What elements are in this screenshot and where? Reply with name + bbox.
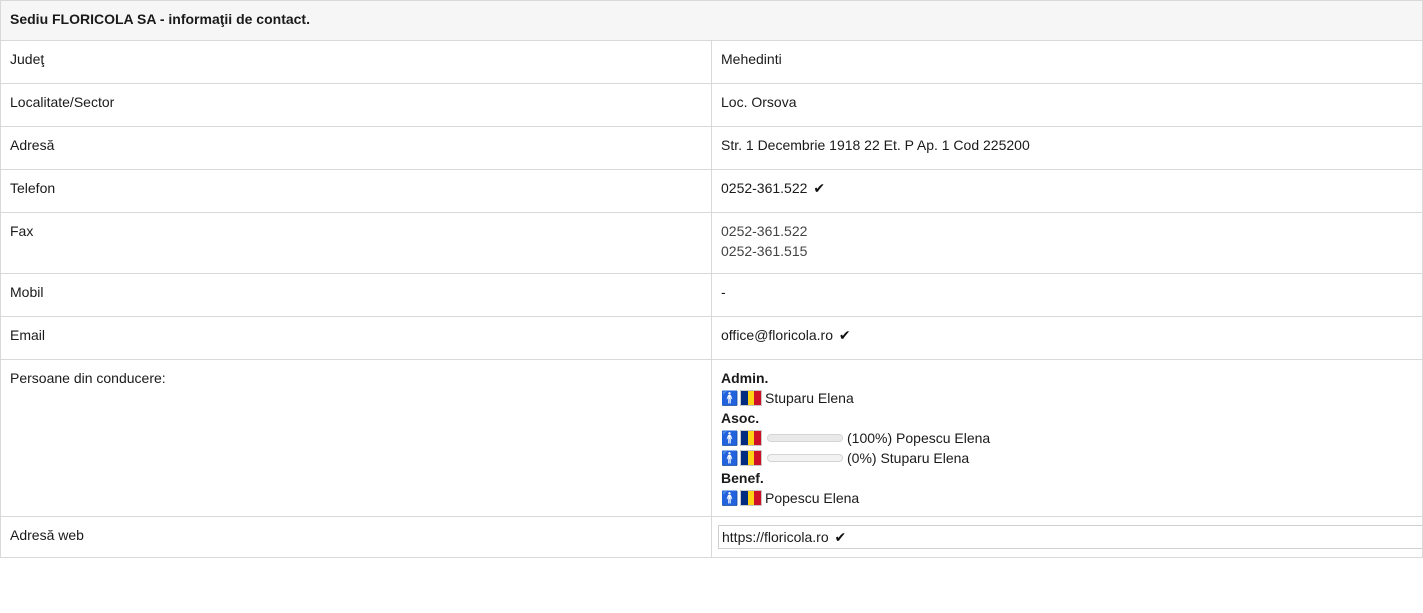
share-percent: (0%)	[847, 450, 877, 466]
table-row-adresa: Adresă Str. 1 Decembrie 1918 22 Et. P Ap…	[0, 126, 1423, 170]
table-row-judet: Judeţ Mehedinti	[0, 40, 1423, 84]
email-link[interactable]: office@floricola.ro	[721, 327, 833, 343]
row-value: -	[711, 273, 1423, 317]
person-link[interactable]: Stuparu Elena	[765, 388, 854, 408]
row-label: Email	[0, 316, 712, 360]
fax-number: 0252-361.515	[721, 243, 808, 259]
group-title-benef: Benef.	[721, 470, 764, 486]
person-link[interactable]: Stuparu Elena	[880, 448, 969, 468]
row-value: Mehedinti	[711, 40, 1423, 84]
table-row-web: Adresă web https://floricola.ro ✔	[0, 516, 1423, 558]
person-entry: 🚹 Popescu Elena	[721, 488, 1413, 508]
row-label: Persoane din conducere:	[0, 359, 712, 517]
row-label: Telefon	[0, 169, 712, 213]
share-progress-bar	[767, 454, 843, 462]
website-link[interactable]: https://floricola.ro	[722, 529, 829, 545]
romania-flag-icon	[740, 390, 762, 406]
row-label: Adresă web	[0, 516, 712, 558]
phone-link[interactable]: 0252-361.522	[721, 180, 807, 196]
table-header-row: Sediu FLORICOLA SA - informaţii de conta…	[0, 0, 1423, 41]
table-row-email: Email office@floricola.ro ✔	[0, 316, 1423, 360]
person-entry: 🚹 (0%) Stuparu Elena	[721, 448, 1413, 468]
row-value-cell: office@floricola.ro ✔	[711, 316, 1423, 360]
share-percent: (100%)	[847, 430, 893, 446]
person-link[interactable]: Popescu Elena	[765, 488, 859, 508]
check-icon: ✔	[838, 327, 851, 343]
person-link[interactable]: Popescu Elena	[896, 428, 990, 448]
check-icon: ✔	[834, 529, 847, 545]
row-label: Mobil	[0, 273, 712, 317]
company-contact-table: Sediu FLORICOLA SA - informaţii de conta…	[0, 0, 1423, 558]
group-title-asoc: Asoc.	[721, 410, 760, 426]
table-row-persoane: Persoane din conducere: Admin. 🚹 Stuparu…	[0, 359, 1423, 517]
romania-flag-icon	[740, 490, 762, 506]
fax-number: 0252-361.522	[721, 223, 808, 239]
persons-cell: Admin. 🚹 Stuparu Elena Asoc. 🚹 (100%) Po…	[711, 359, 1423, 517]
romania-flag-icon	[740, 450, 762, 466]
person-icon: 🚹	[721, 390, 739, 406]
row-label: Judeţ	[0, 40, 712, 84]
table-row-localitate: Localitate/Sector Loc. Orsova	[0, 83, 1423, 127]
row-label: Localitate/Sector	[0, 83, 712, 127]
table-row-telefon: Telefon 0252-361.522 ✔	[0, 169, 1423, 213]
person-entry: 🚹 Stuparu Elena	[721, 388, 1413, 408]
table-title: Sediu FLORICOLA SA - informaţii de conta…	[0, 0, 1423, 41]
row-value: Str. 1 Decembrie 1918 22 Et. P Ap. 1 Cod…	[711, 126, 1423, 170]
row-value-cell: 0252-361.522 ✔	[711, 169, 1423, 213]
person-entry: 🚹 (100%) Popescu Elena	[721, 428, 1413, 448]
web-address-box: https://floricola.ro ✔	[718, 525, 1423, 549]
person-icon: 🚹	[721, 430, 739, 446]
row-label: Adresă	[0, 126, 712, 170]
person-icon: 🚹	[721, 450, 739, 466]
share-progress-fill	[768, 435, 842, 441]
row-label: Fax	[0, 212, 712, 274]
row-value-cell: 0252-361.522 0252-361.515	[711, 212, 1423, 274]
row-value: Loc. Orsova	[711, 83, 1423, 127]
row-value-cell: https://floricola.ro ✔	[711, 516, 1423, 558]
romania-flag-icon	[740, 430, 762, 446]
share-progress-bar	[767, 434, 843, 442]
table-row-fax: Fax 0252-361.522 0252-361.515	[0, 212, 1423, 274]
person-icon: 🚹	[721, 490, 739, 506]
group-title-admin: Admin.	[721, 370, 769, 386]
table-row-mobil: Mobil -	[0, 273, 1423, 317]
check-icon: ✔	[813, 180, 826, 196]
